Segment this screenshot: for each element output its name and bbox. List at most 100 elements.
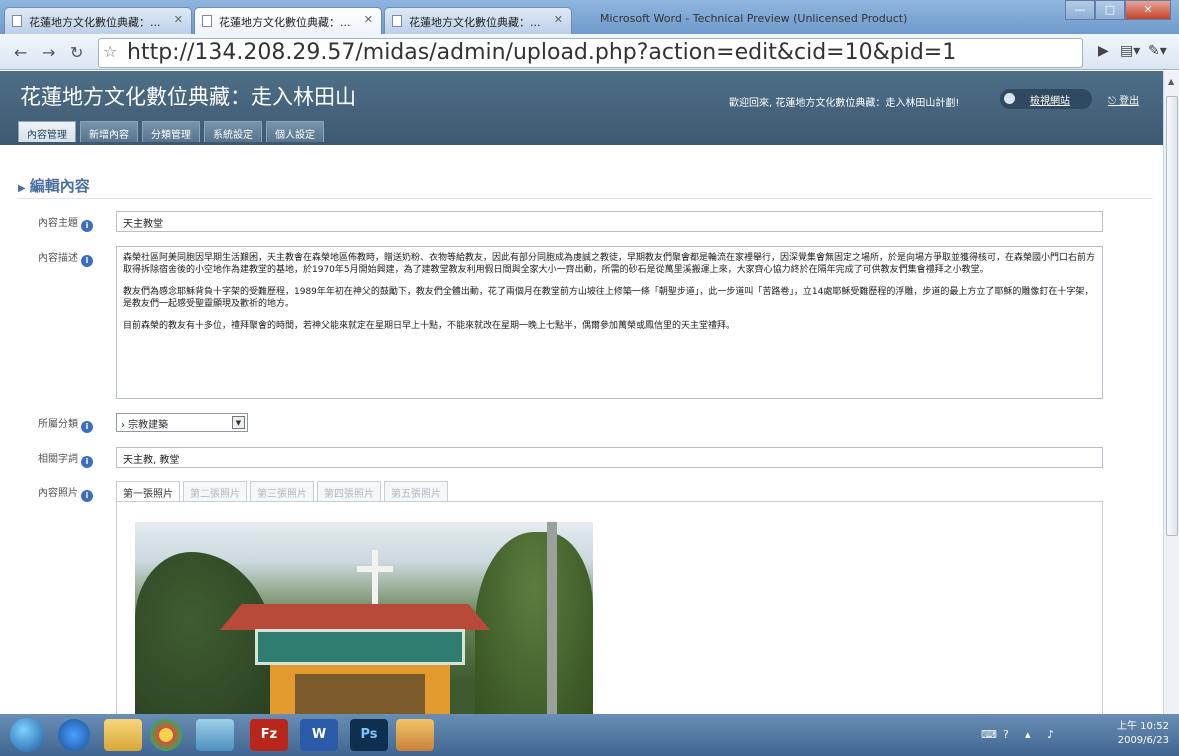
section-title-text: 編輯內容 — [29, 177, 90, 195]
reload-icon[interactable]: ↻ — [70, 43, 83, 62]
system-tray: ⌨ ? ▴ ♪ 上午 10:52 2009/6/23 — [959, 714, 1179, 756]
scroll-up-icon[interactable]: ▲ — [1168, 77, 1174, 86]
globe-icon — [1004, 93, 1015, 104]
close-icon[interactable]: ✕ — [174, 13, 183, 26]
clock-time: 上午 10:52 — [1117, 721, 1169, 732]
scrollbar-thumb[interactable] — [1166, 96, 1178, 536]
keywords-label-text: 相關字詞 — [38, 454, 78, 465]
info-icon[interactable]: i — [81, 255, 93, 267]
menu-system-settings[interactable]: 系統設定 — [204, 121, 262, 142]
play-icon[interactable]: ▶ — [1098, 43, 1109, 59]
description-paragraph: 教友們為感念耶穌背負十字架的受難歷程，1989年年初在神父的鼓勵下，教友們全體出… — [123, 287, 1094, 309]
category-label: 所屬分類 i — [38, 415, 93, 433]
edit-content-panel: ▶ 編輯內容 內容主題 i 天主教堂 內容描述 i 森榮社區阿美同胞因早期生活艱困，天… — [0, 145, 1163, 722]
browser-tab-strip: 花蓮地方文化數位典藏：... ✕ 花蓮地方文化數位典藏：... ✕ 花蓮地方文化… — [0, 0, 1179, 34]
chrome-icon[interactable] — [150, 719, 182, 751]
description-paragraph: 目前森榮的教友有十多位，禮拜聚會的時間，若神父能來就定在星期日早上十點，不能來就… — [123, 321, 736, 331]
photo-trees — [475, 532, 593, 722]
menu-content-manage[interactable]: 內容管理 — [18, 121, 76, 142]
photo-roof — [220, 604, 490, 630]
photoshop-icon[interactable]: Ps — [350, 719, 388, 751]
overlay-window-title: Microsoft Word - Technical Preview (Unli… — [600, 12, 908, 25]
clock[interactable]: 上午 10:52 2009/6/23 — [1117, 720, 1169, 748]
triangle-right-icon: ▶ — [18, 183, 26, 194]
help-icon[interactable]: ? — [1003, 728, 1009, 741]
browser-tab-active[interactable]: 花蓮地方文化數位典藏：... ✕ — [194, 7, 382, 34]
arrow-up-icon[interactable]: ▴ — [1025, 728, 1031, 741]
subject-label-text: 內容主題 — [38, 218, 78, 229]
logout-label: 登出 — [1119, 96, 1140, 107]
photo-tab-2[interactable]: 第二張照片 — [183, 481, 247, 501]
windows-taskbar: Fz W Ps ⌨ ? ▴ ♪ 上午 10:52 2009/6/23 — [0, 714, 1179, 756]
category-label-text: 所屬分類 — [38, 419, 78, 430]
ie-icon[interactable] — [58, 719, 90, 751]
browser-tab[interactable]: 花蓮地方文化數位典藏：... ✕ — [384, 7, 572, 34]
photo-tab-4[interactable]: 第四張照片 — [317, 481, 381, 501]
wrench-icon[interactable]: ✎▾ — [1148, 43, 1167, 59]
church-photo — [135, 522, 593, 722]
logout-link[interactable]: ⎋ 登出 — [1108, 92, 1139, 107]
info-icon[interactable]: i — [81, 421, 93, 433]
section-title: ▶ 編輯內容 — [18, 175, 90, 196]
photo-sign — [255, 629, 465, 665]
divider — [18, 198, 1153, 199]
photo-tab-5[interactable]: 第五張照片 — [384, 481, 448, 501]
menu-add-content[interactable]: 新增內容 — [80, 121, 138, 142]
word-icon[interactable]: W — [300, 719, 338, 751]
info-icon[interactable]: i — [81, 456, 93, 468]
bookmark-star-icon[interactable]: ☆ — [103, 42, 117, 61]
remote-desktop-icon[interactable] — [196, 719, 234, 751]
welcome-message: 歡迎回來, 花蓮地方文化數位典藏：走入林田山計劃! — [729, 98, 960, 109]
description-paragraph: 森榮社區阿美同胞因早期生活艱困，天主教會在森榮地區佈教時，贈送奶粉、衣物等給教友… — [123, 253, 1096, 275]
browser-tab-label: 花蓮地方文化數位典藏：... — [409, 16, 541, 29]
minimize-button[interactable]: — — [1065, 0, 1095, 20]
filezilla-icon[interactable]: Fz — [250, 719, 288, 751]
category-select[interactable]: › 宗教建築 ▼ — [116, 413, 248, 432]
description-textarea[interactable]: 森榮社區阿美同胞因早期生活艱困，天主教會在森榮地區佈教時，贈送奶粉、衣物等給教友… — [116, 246, 1103, 399]
window-controls: — □ ✕ — [1065, 0, 1171, 20]
back-icon[interactable]: ← — [14, 43, 27, 62]
folder-icon[interactable] — [104, 719, 142, 751]
subject-label: 內容主題 i — [38, 214, 93, 232]
url-text[interactable]: http://134.208.29.57/midas/admin/upload.… — [127, 40, 956, 65]
photo-trees — [135, 552, 275, 722]
photo-pole — [547, 522, 557, 722]
keyboard-icon[interactable]: ⌨ — [981, 728, 997, 741]
category-selected-value: › 宗教建築 — [121, 420, 169, 431]
vertical-scrollbar[interactable]: ▲ — [1163, 71, 1179, 714]
address-bar[interactable]: ☆ http://134.208.29.57/midas/admin/uploa… — [98, 38, 1083, 68]
keywords-label: 相關字詞 i — [38, 450, 93, 468]
menu-personal-settings[interactable]: 個人設定 — [266, 121, 324, 142]
photos-label-text: 內容照片 — [38, 488, 78, 499]
close-icon[interactable]: ✕ — [364, 13, 373, 26]
clock-date: 2009/6/23 — [1117, 735, 1169, 746]
admin-menu: 內容管理 新增內容 分類管理 系統設定 個人設定 — [18, 121, 328, 142]
page-icon — [202, 15, 212, 27]
maximize-button[interactable]: □ — [1095, 0, 1125, 20]
keywords-input[interactable]: 天主教, 教堂 — [116, 447, 1103, 468]
page-icon — [12, 15, 22, 27]
photo-tabs: 第一張照片 第二張照片 第三張照片 第四張照片 第五張照片 — [116, 481, 451, 501]
start-button[interactable] — [10, 718, 44, 752]
info-icon[interactable]: i — [81, 490, 93, 502]
photo-tab-1[interactable]: 第一張照片 — [116, 481, 180, 501]
forward-icon[interactable]: → — [42, 43, 55, 62]
photo-tab-3[interactable]: 第三張照片 — [250, 481, 314, 501]
page-menu-icon[interactable]: ▤▾ — [1120, 43, 1140, 59]
info-icon[interactable]: i — [81, 220, 93, 232]
photo-cross — [357, 566, 393, 572]
close-window-button[interactable]: ✕ — [1125, 0, 1171, 20]
browser-tab-label: 花蓮地方文化數位典藏：... — [219, 16, 351, 29]
chevron-down-icon[interactable]: ▼ — [232, 416, 245, 429]
paint-icon[interactable] — [396, 719, 434, 751]
volume-icon[interactable]: ♪ — [1047, 728, 1054, 741]
close-icon[interactable]: ✕ — [554, 13, 563, 26]
subject-input[interactable]: 天主教堂 — [116, 211, 1103, 232]
photos-label: 內容照片 i — [38, 484, 93, 502]
description-label: 內容描述 i — [38, 249, 93, 267]
view-site-label: 檢視網站 — [1030, 96, 1070, 107]
page-icon — [392, 15, 402, 27]
menu-category-manage[interactable]: 分類管理 — [142, 121, 200, 142]
view-site-button[interactable]: 檢視網站 — [1000, 89, 1092, 109]
browser-tab[interactable]: 花蓮地方文化數位典藏：... ✕ — [4, 7, 192, 34]
